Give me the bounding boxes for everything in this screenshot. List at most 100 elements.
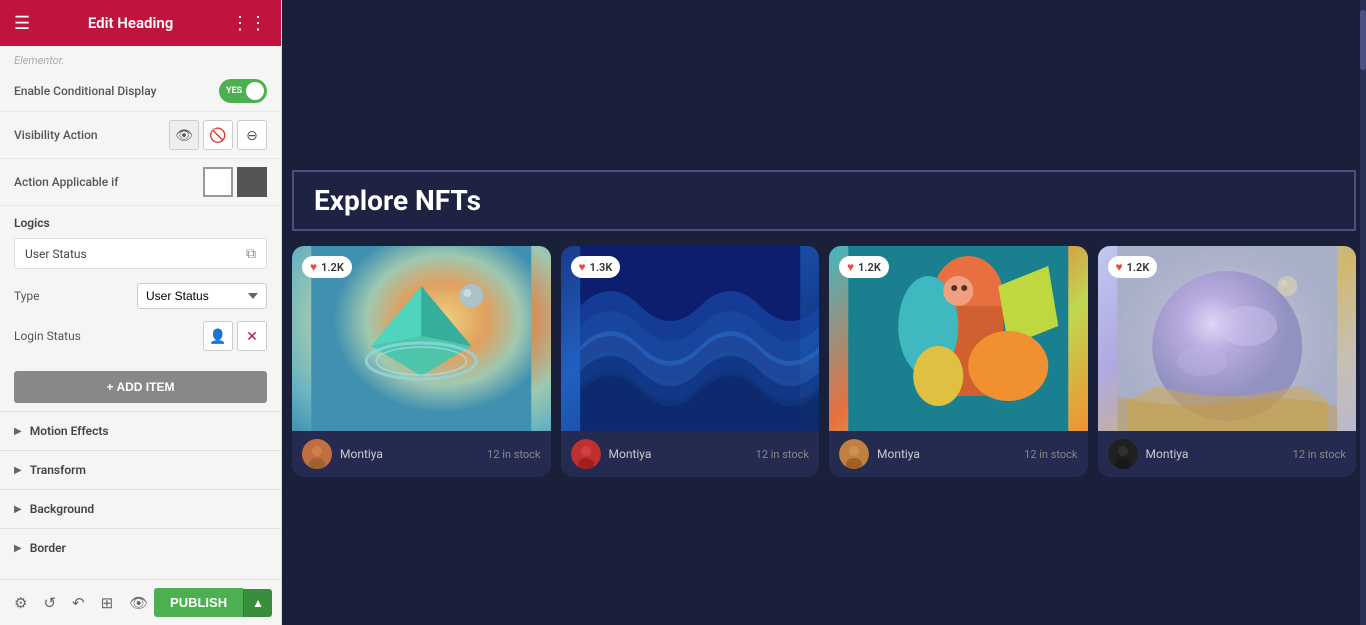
action-applicable-buttons xyxy=(203,167,267,197)
visibility-action-row: Visibility Action 👁 🚫 ⊖ xyxy=(0,112,281,159)
nft-card-2-likes: ♥ 1.3K xyxy=(571,256,621,278)
action-applicable-row: Action Applicable if xyxy=(0,159,281,206)
undo-icon[interactable]: ↶ xyxy=(68,590,89,616)
conditional-display-toggle[interactable]: YES xyxy=(219,79,267,103)
user-status-row: User Status ⧉ xyxy=(14,238,267,269)
nft-card-2-avatar xyxy=(571,439,601,469)
bottom-toolbar: ⚙ ↺ ↶ ⊞ 👁 PUBLISH ▲ xyxy=(0,579,282,625)
transform-arrow: ▶ xyxy=(14,465,22,476)
panel-header: ☰ Edit Heading ⋮⋮ xyxy=(0,0,281,46)
background-title: Background xyxy=(30,502,94,516)
login-remove-btn[interactable]: ✕ xyxy=(237,321,267,351)
add-item-btn[interactable]: + ADD ITEM xyxy=(14,371,267,403)
nft-card-1-stock: 12 in stock xyxy=(487,448,540,461)
explore-title: Explore NFTs xyxy=(314,184,481,217)
background-header[interactable]: ▶ Background xyxy=(0,490,281,528)
applicable-all-btn[interactable] xyxy=(203,167,233,197)
type-row: Type User Status xyxy=(14,279,267,317)
nft-card-3-artist: Montiya xyxy=(877,447,920,461)
nft-card-2: ♥ 1.3K Montiya 12 in stock xyxy=(561,246,820,477)
nft-card-1-likes: ♥ 1.2K xyxy=(302,256,352,278)
publish-btn-group: PUBLISH ▲ xyxy=(154,588,272,617)
toolbar-icons: ⚙ ↺ ↶ ⊞ 👁 xyxy=(10,590,152,616)
nft-card-2-stock: 12 in stock xyxy=(756,448,809,461)
heart-icon-2: ♥ xyxy=(579,260,586,274)
visibility-action-label: Visibility Action xyxy=(14,128,98,142)
applicable-one-btn[interactable] xyxy=(237,167,267,197)
nft-card-1-avatar xyxy=(302,439,332,469)
panel-title: Edit Heading xyxy=(88,14,173,32)
nft-grid: ♥ 1.2K Montiya 12 in stock xyxy=(282,231,1366,492)
left-panel: ☰ Edit Heading ⋮⋮ Elementor. Enable Cond… xyxy=(0,0,282,625)
scroll-thumb xyxy=(1360,10,1366,70)
login-status-label: Login Status xyxy=(14,329,81,343)
elementor-label: Elementor. xyxy=(0,46,281,71)
nft-card-4-image: ♥ 1.2K xyxy=(1098,246,1357,431)
login-person-btn[interactable]: 👤 xyxy=(203,321,233,351)
toggle-yes-label: YES xyxy=(226,86,242,96)
publish-button[interactable]: PUBLISH xyxy=(154,588,243,617)
heart-icon-3: ♥ xyxy=(847,260,854,274)
nft-card-3-footer: Montiya 12 in stock xyxy=(829,431,1088,477)
visibility-hide-btn[interactable]: 🚫 xyxy=(203,120,233,150)
nft-card-2-footer: Montiya 12 in stock xyxy=(561,431,820,477)
publish-arrow-btn[interactable]: ▲ xyxy=(243,589,272,617)
scroll-indicator xyxy=(1360,0,1366,625)
nft-card-4-avatar xyxy=(1108,439,1138,469)
motion-effects-section: ▶ Motion Effects xyxy=(0,411,281,450)
login-status-row: Login Status 👤 ✕ xyxy=(14,317,267,359)
heart-icon-4: ♥ xyxy=(1116,260,1123,274)
visibility-toggle-btn[interactable]: ⊖ xyxy=(237,120,267,150)
nft-card-1-image: ♥ 1.2K xyxy=(292,246,551,431)
right-content: Explore NFTs xyxy=(282,0,1366,625)
border-title: Border xyxy=(30,541,66,555)
responsive-icon[interactable]: ⊞ xyxy=(97,590,118,616)
type-label: Type xyxy=(14,289,40,303)
content-header-banner xyxy=(282,0,1366,170)
nft-card-1: ♥ 1.2K Montiya 12 in stock xyxy=(292,246,551,477)
motion-effects-title: Motion Effects xyxy=(30,424,109,438)
motion-effects-arrow: ▶ xyxy=(14,426,22,437)
background-section: ▶ Background xyxy=(0,489,281,528)
settings-icon[interactable]: ⚙ xyxy=(10,590,31,616)
nft-card-3-likes: ♥ 1.2K xyxy=(839,256,889,278)
grid-icon[interactable]: ⋮⋮ xyxy=(231,13,267,34)
login-status-buttons: 👤 ✕ xyxy=(203,321,267,351)
user-status-text: User Status xyxy=(25,247,87,261)
motion-effects-header[interactable]: ▶ Motion Effects xyxy=(0,412,281,450)
logics-section: Logics User Status ⧉ Type User Status Lo… xyxy=(0,206,281,363)
nft-card-4-likes: ♥ 1.2K xyxy=(1108,256,1158,278)
transform-title: Transform xyxy=(30,463,86,477)
nft-card-4-artist: Montiya xyxy=(1146,447,1189,461)
border-arrow: ▶ xyxy=(14,543,22,554)
border-header[interactable]: ▶ Border xyxy=(0,529,281,567)
explore-section: Explore NFTs xyxy=(292,170,1356,231)
nft-card-4-footer: Montiya 12 in stock xyxy=(1098,431,1357,477)
eye-icon[interactable]: 👁 xyxy=(125,590,152,616)
nft-card-3-avatar xyxy=(839,439,869,469)
logics-title: Logics xyxy=(14,216,267,230)
visibility-action-buttons: 👁 🚫 ⊖ xyxy=(169,120,267,150)
border-section: ▶ Border xyxy=(0,528,281,567)
transform-section: ▶ Transform xyxy=(0,450,281,489)
nft-card-3-stock: 12 in stock xyxy=(1024,448,1077,461)
nft-card-3-image: ♥ 1.2K xyxy=(829,246,1088,431)
nft-card-3: ♥ 1.2K Montiya 12 in stock xyxy=(829,246,1088,477)
background-arrow: ▶ xyxy=(14,504,22,515)
type-select[interactable]: User Status xyxy=(137,283,267,309)
nft-card-1-footer: Montiya 12 in stock xyxy=(292,431,551,477)
action-applicable-label: Action Applicable if xyxy=(14,175,118,189)
copy-item-btn[interactable]: ⧉ xyxy=(246,245,256,262)
nft-card-2-image: ♥ 1.3K xyxy=(561,246,820,431)
transform-header[interactable]: ▶ Transform xyxy=(0,451,281,489)
conditional-display-label: Enable Conditional Display xyxy=(14,84,156,98)
hamburger-icon[interactable]: ☰ xyxy=(14,13,30,34)
nft-card-4-stock: 12 in stock xyxy=(1293,448,1346,461)
heart-icon-1: ♥ xyxy=(310,260,317,274)
nft-card-1-artist: Montiya xyxy=(340,447,383,461)
conditional-display-row: Enable Conditional Display YES xyxy=(0,71,281,112)
history-icon[interactable]: ↺ xyxy=(39,590,60,616)
nft-card-2-artist: Montiya xyxy=(609,447,652,461)
nft-card-4: ♥ 1.2K Montiya 12 in stock xyxy=(1098,246,1357,477)
visibility-show-btn[interactable]: 👁 xyxy=(169,120,199,150)
